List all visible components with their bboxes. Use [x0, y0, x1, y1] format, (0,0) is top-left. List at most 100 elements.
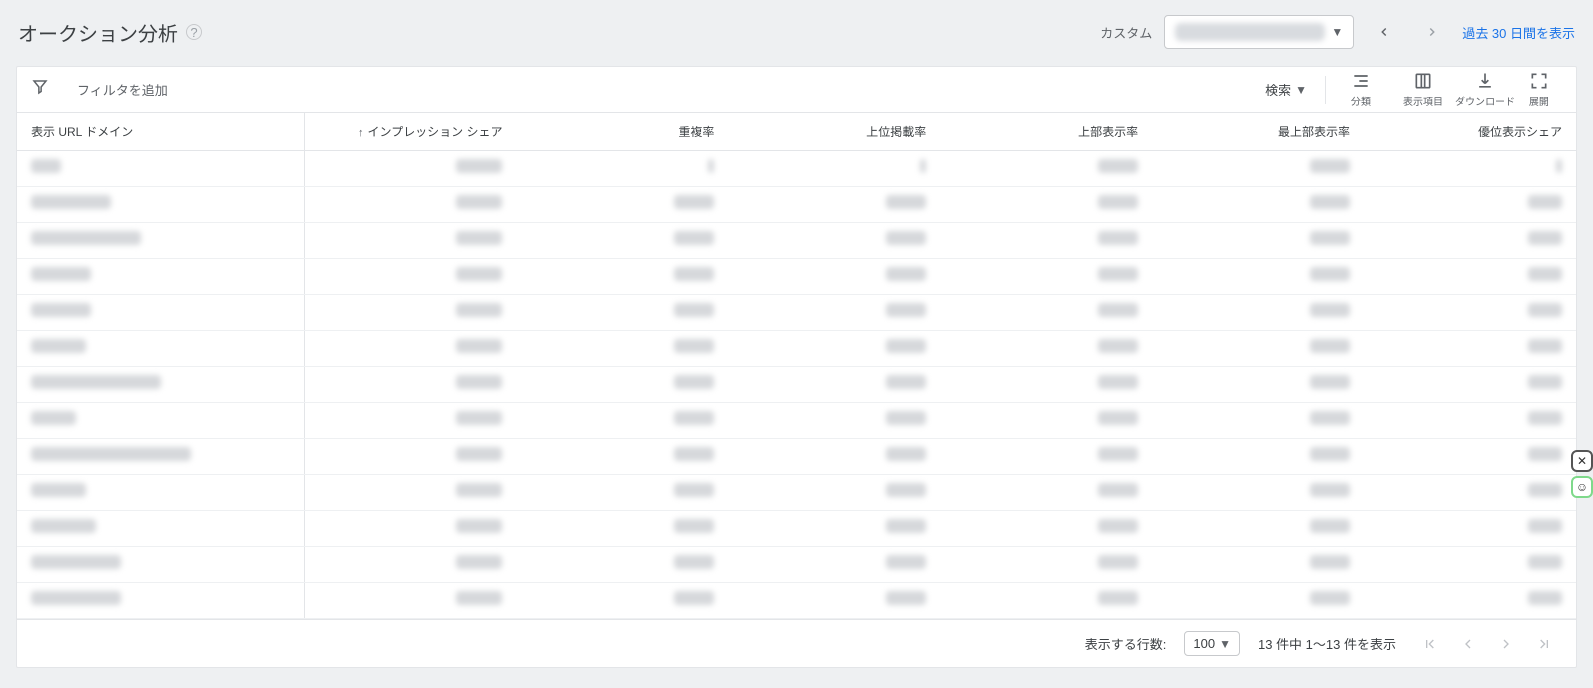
divider [1325, 76, 1326, 104]
cell-value [305, 223, 517, 259]
cell-value [305, 295, 517, 331]
cell-value [1152, 331, 1364, 367]
floating-widget[interactable]: ✕ ☺ [1571, 450, 1593, 498]
col-outranking-share[interactable]: 優位表示シェア [1364, 113, 1576, 151]
table-row[interactable] [17, 331, 1576, 367]
cell-value [1364, 403, 1576, 439]
cell-value [1152, 403, 1364, 439]
segment-button[interactable]: 分類 [1330, 71, 1392, 108]
cell-value [728, 259, 940, 295]
cell-value [1152, 223, 1364, 259]
cell-value [1152, 367, 1364, 403]
cell-value [516, 439, 728, 475]
table-row[interactable] [17, 583, 1576, 619]
search-dropdown[interactable]: 検索 ▼ [1251, 80, 1321, 99]
table-row[interactable] [17, 187, 1576, 223]
cell-value [1364, 187, 1576, 223]
cell-value [940, 295, 1152, 331]
cell-value [1152, 511, 1364, 547]
cell-value [728, 223, 940, 259]
cell-value [940, 223, 1152, 259]
page-last-button[interactable] [1528, 628, 1560, 660]
col-domain[interactable]: 表示 URL ドメイン [17, 113, 305, 151]
cell-value [1152, 259, 1364, 295]
cell-domain [17, 223, 305, 259]
cell-value [728, 331, 940, 367]
cell-value [305, 331, 517, 367]
table-row[interactable] [17, 223, 1576, 259]
cell-value [516, 367, 728, 403]
cell-value [1364, 331, 1576, 367]
cell-value [516, 511, 728, 547]
cell-value [1364, 223, 1576, 259]
page-next-button[interactable] [1490, 628, 1522, 660]
cell-value [728, 511, 940, 547]
segment-label: 分類 [1351, 93, 1371, 108]
add-filter-button[interactable]: フィルタを追加 [77, 80, 168, 99]
cell-value [728, 295, 940, 331]
columns-label: 表示項目 [1403, 93, 1443, 108]
show-last-30-days-link[interactable]: 過去 30 日間を表示 [1462, 23, 1575, 42]
cell-value [305, 547, 517, 583]
cell-value [1364, 259, 1576, 295]
cell-domain [17, 439, 305, 475]
cell-domain [17, 583, 305, 619]
cell-value [728, 547, 940, 583]
page-prev-button[interactable] [1452, 628, 1484, 660]
date-prev-button[interactable] [1366, 14, 1402, 50]
cell-value [728, 583, 940, 619]
cell-value [940, 331, 1152, 367]
cell-value [1152, 475, 1364, 511]
caret-down-icon: ▼ [1219, 637, 1231, 651]
cell-value [728, 151, 940, 187]
cell-value [940, 259, 1152, 295]
expand-button[interactable]: 展開 [1516, 71, 1562, 108]
cell-domain [17, 403, 305, 439]
table-row[interactable] [17, 547, 1576, 583]
page-range-text: 13 件中 1～13 件を表示 [1258, 634, 1396, 653]
cell-value [940, 151, 1152, 187]
search-label: 検索 [1265, 80, 1291, 99]
help-icon[interactable]: ? [186, 24, 202, 40]
page-first-button[interactable] [1414, 628, 1446, 660]
col-impr-share[interactable]: ↑インプレッション シェア [305, 113, 517, 151]
date-range-select[interactable]: ▼ [1164, 15, 1354, 49]
cell-value [516, 259, 728, 295]
cell-value [1364, 583, 1576, 619]
rows-per-page-select[interactable]: 100 ▼ [1184, 631, 1240, 656]
table-row[interactable] [17, 403, 1576, 439]
col-abs-top[interactable]: 最上部表示率 [1152, 113, 1364, 151]
cell-value [516, 151, 728, 187]
table-row[interactable] [17, 511, 1576, 547]
cell-value [940, 475, 1152, 511]
cell-value [1152, 439, 1364, 475]
cell-value [728, 475, 940, 511]
download-button[interactable]: ダウンロード [1454, 71, 1516, 108]
table-row[interactable] [17, 295, 1576, 331]
filter-icon[interactable] [31, 78, 49, 101]
cell-value [516, 583, 728, 619]
col-position-above[interactable]: 上位掲載率 [728, 113, 940, 151]
cell-value [516, 223, 728, 259]
columns-button[interactable]: 表示項目 [1392, 71, 1454, 108]
table-row[interactable] [17, 439, 1576, 475]
date-next-button[interactable] [1414, 14, 1450, 50]
cell-value [1152, 187, 1364, 223]
cell-value [305, 259, 517, 295]
col-overlap-rate[interactable]: 重複率 [516, 113, 728, 151]
cell-value [516, 475, 728, 511]
col-top-of-page[interactable]: 上部表示率 [940, 113, 1152, 151]
table-row[interactable] [17, 367, 1576, 403]
table-row[interactable] [17, 259, 1576, 295]
auction-insights-table: 表示 URL ドメイン ↑インプレッション シェア 重複率 上位掲載率 上部表示… [17, 113, 1576, 619]
cell-value [940, 403, 1152, 439]
cell-domain [17, 511, 305, 547]
widget-close-icon[interactable]: ✕ [1571, 450, 1593, 472]
table-row[interactable] [17, 151, 1576, 187]
widget-smile-icon[interactable]: ☺ [1571, 476, 1593, 498]
caret-down-icon: ▼ [1295, 83, 1307, 97]
cell-domain [17, 547, 305, 583]
cell-value [940, 187, 1152, 223]
cell-value [305, 583, 517, 619]
table-row[interactable] [17, 475, 1576, 511]
